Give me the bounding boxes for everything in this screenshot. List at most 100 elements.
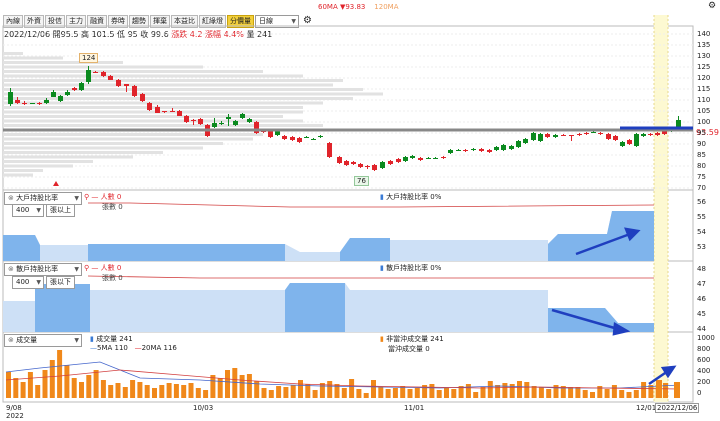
small-holder-tick: 46 (697, 295, 706, 303)
volume-bar (239, 375, 245, 398)
volume-bar (152, 388, 157, 398)
volume-bar (429, 384, 435, 398)
volume-bar (363, 393, 369, 398)
volume-bar (57, 350, 63, 398)
small-holder-tick: 45 (697, 310, 706, 318)
price-tick: 130 (697, 52, 711, 60)
volume-bar (166, 383, 172, 398)
price-tick: 135 (697, 41, 711, 49)
small-holder-tick: 48 (697, 265, 706, 273)
candle-body (93, 72, 98, 73)
price-tick: 95 (697, 129, 706, 137)
pin-icon[interactable]: ⚲ (84, 193, 89, 201)
big-holder-controls: 400 ▼ 張以上 (12, 204, 75, 217)
close-icon[interactable]: ⊗ (8, 194, 14, 202)
chevron-down-icon: ▼ (36, 279, 41, 286)
candle-body (426, 158, 431, 159)
candle-body (613, 136, 618, 140)
candle-body (448, 150, 453, 153)
close-icon[interactable]: ⊗ (8, 265, 14, 273)
volume-indicator-select[interactable]: ⊗ 成交量 ▼ (4, 334, 82, 347)
volume-bar (619, 390, 625, 398)
candle-body (318, 136, 323, 137)
volume-bar (465, 384, 471, 398)
volume-bar (298, 380, 303, 398)
candle-body (561, 135, 566, 136)
volume-bar (290, 385, 296, 398)
candle-body (116, 80, 121, 86)
candle-body (101, 72, 106, 76)
candle-body (471, 149, 476, 150)
volume-bar (356, 389, 362, 398)
small-holder-range-button[interactable]: 張以下 (46, 276, 75, 289)
candle-body (219, 123, 224, 124)
chevron-down-icon: ▼ (74, 337, 79, 344)
small-holder-indicator: 散戶持股比率 (16, 265, 59, 273)
x-label-2: 11/01 (404, 404, 425, 412)
volume-bar (341, 388, 347, 398)
pin-icon[interactable]: ⚲ (84, 264, 89, 272)
profile-bar (3, 160, 93, 163)
small-holder-people: 人數 0 (100, 264, 122, 272)
small-holder-tick: 44 (697, 325, 706, 333)
candle-body (655, 133, 660, 135)
profile-bar (3, 65, 203, 69)
candle-body (344, 161, 349, 165)
price-tick: 80 (697, 162, 706, 170)
volume-bar (495, 385, 501, 398)
chevron-down-icon: ▼ (36, 207, 41, 214)
profile-bar (3, 155, 133, 159)
profile-bar (3, 137, 253, 141)
profile-bar (3, 101, 323, 105)
volume-ma5-line (5, 361, 681, 389)
candle-body (170, 111, 175, 112)
candle-body (456, 150, 461, 151)
x-label-year: 2022 (6, 412, 24, 420)
volume-bar (648, 385, 654, 398)
price-tick: 100 (697, 118, 711, 126)
small-holder-ratio: ▮ 散戶持股比率 0% (380, 264, 442, 272)
small-holder-shares: 張數 0 (102, 274, 123, 282)
volume-bar (517, 381, 522, 398)
big-holder-indicator: 大戶持股比率 (16, 194, 59, 202)
big-holder-range-button[interactable]: 張以上 (46, 204, 75, 217)
volume-bar (130, 380, 136, 398)
candle-body (584, 133, 589, 134)
volume-bars (5, 350, 681, 398)
volume-bar (312, 390, 318, 398)
candle-body (553, 135, 558, 137)
volume-bar (319, 383, 325, 398)
volume-bar (261, 388, 267, 398)
volume-series: ▮ 成交量 241 —5MA 110 —20MA 116 (90, 335, 177, 352)
big-holder-shares: 張數 0 (102, 203, 123, 211)
small-holder-indicator-select[interactable]: ⊗ 散戶持股比率 ▼ (4, 263, 82, 276)
candle-body (198, 119, 203, 124)
volume-tick: 800 (697, 345, 711, 353)
candle-body (212, 123, 217, 127)
volume-bar (349, 379, 355, 398)
volume-bar (546, 389, 552, 398)
candle-body (191, 120, 196, 121)
volume-bar (173, 384, 179, 398)
volume-bar (246, 374, 252, 398)
close-icon[interactable]: ⊗ (8, 336, 14, 344)
profile-bar (3, 88, 363, 91)
candle-body (297, 138, 302, 142)
candle-body (380, 162, 385, 168)
small-holder-threshold-select[interactable]: 400 ▼ (12, 276, 44, 289)
candle-body (410, 156, 415, 158)
profile-bar (3, 97, 353, 100)
price-tick: 125 (697, 63, 711, 71)
profile-bar (3, 173, 33, 177)
candle-body (509, 146, 514, 149)
volume-bar (71, 378, 77, 398)
profile-bar (3, 169, 43, 172)
chevron-down-icon: ▼ (74, 266, 79, 273)
small-holder-header: ⊗ 散戶持股比率 ▼ (4, 263, 82, 276)
big-holder-threshold-select[interactable]: 400 ▼ (12, 204, 44, 217)
price-low-marker: 76 (354, 176, 369, 186)
profile-bar (3, 110, 303, 114)
volume-ma20: 20MA 116 (141, 344, 177, 352)
candle-body (311, 139, 316, 140)
price-tick: 120 (697, 74, 711, 82)
